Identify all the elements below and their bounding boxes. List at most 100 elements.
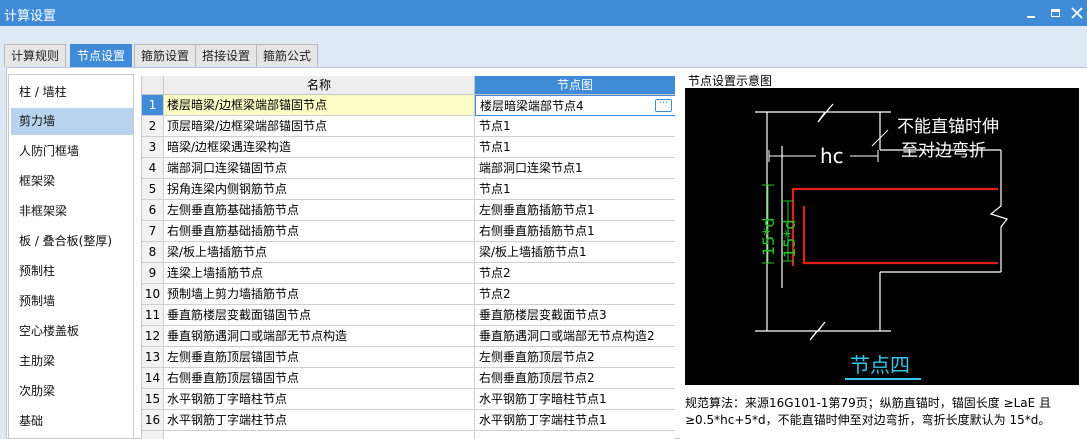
row-number (142, 431, 164, 439)
sidebar-item-hollow-slab[interactable]: 空心楼盖板 (11, 318, 133, 345)
row-node-value[interactable]: 梁/板上墙插筋节点1 (475, 242, 675, 263)
close-icon (1071, 7, 1083, 19)
table-row[interactable]: 10 预制墙上剪力墙插筋节点 节点2 (142, 284, 675, 305)
sidebar-item-non-frame-beam[interactable]: 非框架梁 (11, 198, 133, 225)
row-number: 5 (142, 179, 164, 200)
sidebar-item-secondary-rib-beam[interactable]: 次肋梁 (11, 378, 133, 405)
sidebar-item-precast-wall[interactable]: 预制墙 (11, 288, 133, 315)
row-number: 7 (142, 221, 164, 242)
node-diagram: hc 不能直锚时伸 至对边弯折 15*d 15*d 节点四 (685, 88, 1079, 385)
tab-calc-rules[interactable]: 计算规则 (4, 44, 67, 67)
row-number: 12 (142, 326, 164, 347)
row-node-value[interactable]: 楼层暗梁端部节点4 ··· (475, 95, 675, 116)
row-name: 暗梁/边框梁遇连梁构造 (164, 137, 475, 158)
table-row[interactable]: 13 左侧垂直筋顶层锚固节点 左侧垂直筋顶层节点2 (142, 347, 675, 368)
row-number: 1 (142, 95, 164, 116)
title-bar: 计算设置 (0, 0, 1087, 26)
row-name: 水平钢筋丁字端柱节点 (164, 410, 475, 431)
row-node-value[interactable]: 左侧垂直筋顶层节点2 (475, 347, 675, 368)
rebar-inner (802, 206, 998, 265)
sidebar-item-precast-column[interactable]: 预制柱 (11, 258, 133, 285)
row-node-value[interactable]: 节点1 (475, 179, 675, 200)
window-title: 计算设置 (4, 9, 57, 24)
row-name: 垂直钢筋遇洞口或端部无节点构造 (164, 326, 475, 347)
row-number: 11 (142, 305, 164, 326)
node-settings-table: 名称 节点图 1 楼层暗梁/边框梁端部锚固节点 楼层暗梁端部节点4 ··· 2 … (141, 76, 675, 439)
dim-15d-inner-label: 15*d (780, 219, 799, 258)
row-node-value[interactable]: 垂直筋楼层变截面节点3 (475, 305, 675, 326)
table-row[interactable]: 11 垂直筋楼层变截面锚固节点 垂直筋楼层变截面节点3 (142, 305, 675, 326)
row-name: 楼层暗梁/边框梁端部锚固节点 (164, 95, 475, 116)
row-node-value[interactable]: 节点1 (475, 116, 675, 137)
close-button[interactable] (1068, 4, 1086, 22)
row-name: 水平钢筋丁字暗柱节点 (164, 389, 475, 410)
table-row[interactable]: 2 顶层暗梁/边框梁端部锚固节点 节点1 (142, 116, 675, 137)
sidebar-item-shear-wall[interactable]: 剪力墙 (11, 108, 133, 135)
minimize-icon (1027, 16, 1035, 18)
table-row[interactable]: 5 拐角连梁内侧钢筋节点 节点1 (142, 179, 675, 200)
row-name: 顶层暗梁/边框梁端部锚固节点 (164, 116, 475, 137)
sidebar-item-main-rib-beam[interactable]: 主肋梁 (11, 348, 133, 375)
diagram-caption: 节点四 (850, 353, 910, 377)
maximize-button[interactable] (1046, 4, 1064, 22)
row-number: 6 (142, 200, 164, 221)
row-name: 梁/板上墙插筋节点 (164, 242, 475, 263)
sidebar-item-frame-beam[interactable]: 框架梁 (11, 168, 133, 195)
row-node-value[interactable]: 节点2 (475, 284, 675, 305)
table-row[interactable]: 12 垂直钢筋遇洞口或端部无节点构造 垂直筋遇洞口或端部无节点构造2 (142, 326, 675, 347)
row-node-value[interactable]: 右侧垂直筋顶层节点2 (475, 368, 675, 389)
row-node-value[interactable]: 端部洞口连梁节点1 (475, 158, 675, 179)
table-row[interactable]: 14 右侧垂直筋顶层锚固节点 右侧垂直筋顶层节点2 (142, 368, 675, 389)
row-number: 13 (142, 347, 164, 368)
row-node-value[interactable]: 右侧垂直筋插筋节点1 (475, 221, 675, 242)
table-row[interactable]: 3 暗梁/边框梁遇连梁构造 节点1 (142, 137, 675, 158)
cannot-anchor-text-line1: 不能直锚时伸 (897, 117, 999, 137)
table-row[interactable]: 16 水平钢筋丁字端柱节点 水平钢筋丁字端柱节点1 (142, 410, 675, 431)
row-number: 8 (142, 242, 164, 263)
row-name: 右侧垂直筋顶层锚固节点 (164, 368, 475, 389)
row-number: 15 (142, 389, 164, 410)
table-row[interactable]: 6 左侧垂直筋基础插筋节点 左侧垂直筋插筋节点1 (142, 200, 675, 221)
table-row[interactable]: 15 水平钢筋丁字暗柱节点 水平钢筋丁字暗柱节点1 (142, 389, 675, 410)
row-number: 9 (142, 263, 164, 284)
minimize-button[interactable] (1022, 4, 1040, 22)
header-row-number (142, 76, 164, 95)
tab-node-settings[interactable]: 节点设置 (70, 44, 133, 67)
row-node-value[interactable]: 左侧垂直筋插筋节点1 (475, 200, 675, 221)
row-node-value[interactable]: 节点2 (475, 263, 675, 284)
sidebar-item-column[interactable]: 柱 / 墙柱 (11, 79, 133, 106)
row-name: 左侧垂直筋顶层锚固节点 (164, 347, 475, 368)
ellipsis-button[interactable]: ··· (655, 99, 672, 112)
table-row[interactable]: 7 右侧垂直筋基础插筋节点 右侧垂直筋插筋节点1 (142, 221, 675, 242)
row-node-value[interactable]: 水平钢筋丁字端柱节点1 (475, 410, 675, 431)
component-sidebar: 柱 / 墙柱 剪力墙 人防门框墙 框架梁 非框架梁 板 / 叠合板(整厚) 预制… (8, 74, 134, 439)
row-node-value[interactable] (475, 431, 675, 439)
table-row[interactable]: 1 楼层暗梁/边框梁端部锚固节点 楼层暗梁端部节点4 ··· (142, 95, 675, 116)
table-row-partial[interactable] (142, 431, 675, 439)
table-row[interactable]: 9 连梁上墙插筋节点 节点2 (142, 263, 675, 284)
header-name[interactable]: 名称 (164, 76, 475, 95)
row-name: 拐角连梁内侧钢筋节点 (164, 179, 475, 200)
row-number: 16 (142, 410, 164, 431)
sidebar-item-foundation[interactable]: 基础 (11, 408, 133, 435)
row-node-value[interactable]: 水平钢筋丁字暗柱节点1 (475, 389, 675, 410)
tab-stirrup-settings[interactable]: 箍筋设置 (134, 44, 197, 67)
hc-label: hc (820, 144, 844, 168)
row-name: 端部洞口连梁锚固节点 (164, 158, 475, 179)
table-row[interactable]: 8 梁/板上墙插筋节点 梁/板上墙插筋节点1 (142, 242, 675, 263)
row-name: 右侧垂直筋基础插筋节点 (164, 221, 475, 242)
tab-lap-settings[interactable]: 搭接设置 (195, 44, 258, 67)
header-node-diagram[interactable]: 节点图 (475, 76, 675, 95)
row-node-value[interactable]: 垂直筋遇洞口或端部无节点构造2 (475, 326, 675, 347)
row-name: 连梁上墙插筋节点 (164, 263, 475, 284)
tab-stirrup-formula[interactable]: 箍筋公式 (256, 44, 319, 67)
table-row[interactable]: 4 端部洞口连梁锚固节点 端部洞口连梁节点1 (142, 158, 675, 179)
diagram-panel-title: 节点设置示意图 (688, 74, 773, 88)
row-name (164, 431, 475, 439)
row-node-value[interactable]: 节点1 (475, 137, 675, 158)
sidebar-item-slab[interactable]: 板 / 叠合板(整厚) (11, 228, 133, 255)
row-number: 3 (142, 137, 164, 158)
sidebar-item-civil-defense-door-wall[interactable]: 人防门框墙 (11, 138, 133, 165)
tab-bar: 计算规则 节点设置 箍筋设置 搭接设置 箍筋公式 (0, 26, 1087, 67)
row-name: 预制墙上剪力墙插筋节点 (164, 284, 475, 305)
